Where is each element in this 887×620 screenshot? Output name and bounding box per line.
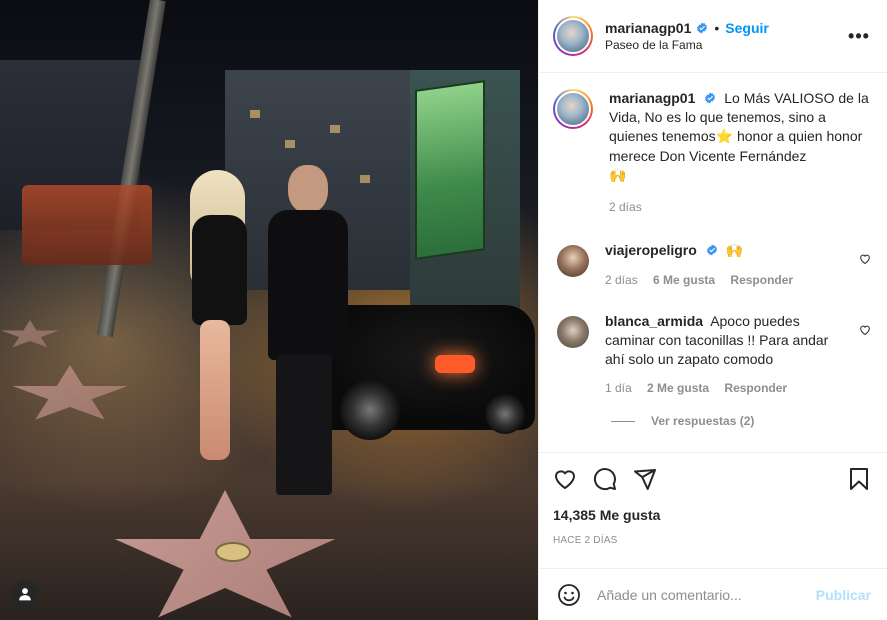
- photo-bus: [22, 185, 152, 265]
- comment-item: viajeropeligro 🙌 2 días 6 Me gusta Respo…: [553, 241, 871, 290]
- post-modal: marianagp01 • Seguir Paseo de la Fama ••…: [0, 0, 887, 620]
- post-header: marianagp01 • Seguir Paseo de la Fama ••…: [539, 0, 887, 73]
- reply-button[interactable]: Responder: [730, 273, 793, 287]
- comment-icon: [593, 468, 616, 491]
- photo-woman-legs: [200, 320, 230, 460]
- post-side-panel: marianagp01 • Seguir Paseo de la Fama ••…: [538, 0, 887, 620]
- photo-car-headlight: [435, 355, 475, 373]
- author-username[interactable]: marianagp01: [605, 20, 691, 36]
- author-avatar[interactable]: [553, 16, 593, 56]
- user-tag-icon: [19, 588, 31, 601]
- comments-section[interactable]: marianagp01 Lo Más VALIOSO de la Vida, N…: [539, 73, 887, 452]
- comment-input[interactable]: [597, 586, 816, 603]
- photo-window: [330, 125, 340, 133]
- post-location[interactable]: Paseo de la Fama: [605, 38, 847, 52]
- photo-window: [250, 110, 260, 118]
- comment-text: 🙌: [725, 243, 744, 259]
- share-button[interactable]: [633, 467, 657, 491]
- likes-count[interactable]: 14,385 Me gusta: [553, 507, 871, 523]
- user-tag-button[interactable]: [11, 580, 39, 608]
- comment-likes[interactable]: 2 Me gusta: [647, 381, 709, 395]
- follow-button[interactable]: Seguir: [725, 20, 769, 36]
- photo-man-head: [288, 165, 328, 213]
- post-actions: 14,385 Me gusta HACE 2 DÍAS: [539, 452, 887, 568]
- emoji-icon: [558, 583, 580, 606]
- comment-time[interactable]: 1 día: [605, 381, 632, 395]
- photo-man: [250, 165, 350, 505]
- view-replies-button[interactable]: Ver respuestas (2): [611, 414, 871, 428]
- comment-likes[interactable]: 6 Me gusta: [653, 273, 715, 287]
- comment-username[interactable]: blanca_armida: [605, 313, 703, 329]
- photo-man-legs: [276, 355, 332, 495]
- heart-icon[interactable]: [859, 324, 871, 336]
- photo-man-body: [268, 210, 348, 360]
- share-icon: [634, 469, 656, 490]
- caption-avatar[interactable]: [553, 89, 593, 129]
- photo-window: [285, 140, 295, 148]
- photo-window: [360, 175, 370, 183]
- view-replies-label: Ver respuestas (2): [651, 414, 755, 428]
- post-caption: marianagp01 Lo Más VALIOSO de la Vida, N…: [553, 89, 871, 217]
- like-button[interactable]: [553, 467, 577, 491]
- publish-button[interactable]: Publicar: [816, 587, 871, 603]
- comment-avatar[interactable]: [557, 245, 589, 277]
- comment-button[interactable]: [593, 467, 617, 491]
- verified-icon: [705, 92, 716, 104]
- photo-walk-star: [1, 320, 59, 348]
- comment-composer: Publicar: [539, 568, 887, 620]
- reply-button[interactable]: Responder: [724, 381, 787, 395]
- author-info: marianagp01 • Seguir Paseo de la Fama: [605, 20, 847, 52]
- photo-woman-dress: [192, 215, 247, 325]
- raised-hands-emoji: 🙌: [609, 168, 627, 184]
- post-photo[interactable]: [0, 0, 538, 620]
- photo-billboard: [415, 80, 485, 260]
- save-button[interactable]: [847, 467, 871, 491]
- emoji-button[interactable]: [557, 583, 581, 607]
- comment-time[interactable]: 2 días: [605, 273, 638, 287]
- heart-icon[interactable]: [859, 253, 871, 265]
- header-separator-dot: •: [714, 20, 720, 36]
- comment-item: blanca_armida Apoco puedes caminar con t…: [553, 312, 871, 398]
- bookmark-icon: [850, 468, 868, 490]
- verified-icon: [706, 244, 717, 256]
- photo-woman: [180, 170, 260, 470]
- caption-time[interactable]: 2 días: [609, 198, 871, 217]
- heart-icon: [555, 470, 575, 489]
- photo-car-wheel: [485, 394, 525, 434]
- photo-star-plaque: [215, 542, 251, 562]
- replies-line: [611, 420, 635, 422]
- post-date[interactable]: HACE 2 DÍAS: [553, 535, 871, 546]
- more-icon[interactable]: •••: [847, 26, 871, 47]
- photo-walk-star: [12, 365, 128, 420]
- star-emoji: ⭐: [715, 129, 734, 145]
- caption-username[interactable]: marianagp01: [609, 90, 695, 106]
- comment-username[interactable]: viajeropeligro: [605, 242, 697, 258]
- verified-icon: [697, 22, 708, 34]
- comment-avatar[interactable]: [557, 316, 589, 348]
